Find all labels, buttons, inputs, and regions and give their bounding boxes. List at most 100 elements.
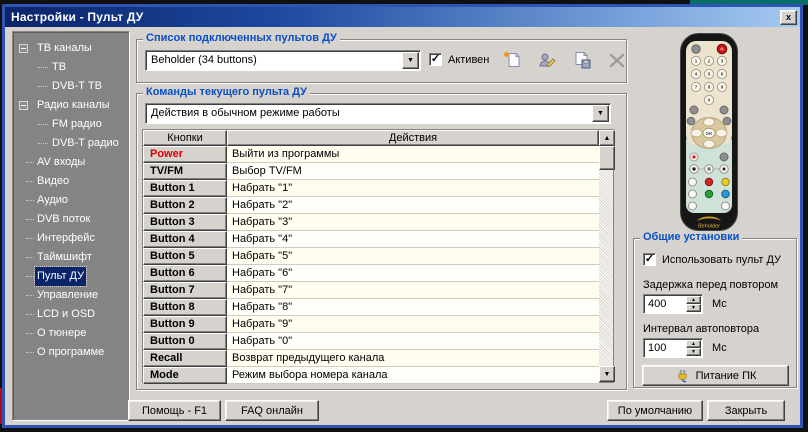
remote-select[interactable]: Beholder (34 buttons)	[145, 50, 421, 71]
pc-power-button[interactable]: Питание ПК	[642, 365, 789, 386]
chevron-down-icon[interactable]	[402, 52, 419, 69]
sidebar-item-7[interactable]: Видео	[13, 172, 129, 191]
button-name-cell[interactable]: Button 0	[143, 333, 227, 350]
use-remote-checkbox[interactable]	[643, 253, 656, 266]
action-cell[interactable]: Набрать "8"	[227, 299, 599, 316]
repeat-value[interactable]: 100	[644, 339, 685, 357]
table-row[interactable]: Button 0Набрать "0"	[143, 333, 599, 350]
sidebar-item-2[interactable]: DVB-T ТВ	[13, 77, 129, 96]
sidebar-item-label: Пульт ДУ	[35, 267, 86, 286]
button-name-cell[interactable]: Button 8	[143, 299, 227, 316]
scrollbar-thumb[interactable]	[599, 146, 615, 170]
close-button[interactable]: Закрыть	[707, 400, 785, 421]
sidebar-item-4[interactable]: FM радио	[13, 115, 129, 134]
button-name-cell[interactable]: Button 6	[143, 265, 227, 282]
edit-remote-icon[interactable]	[536, 49, 558, 71]
button-name-cell[interactable]: Button 9	[143, 316, 227, 333]
command-mode-select[interactable]: Действия в обычном режиме работы	[145, 103, 611, 124]
defaults-button[interactable]: По умолчанию	[607, 400, 703, 421]
spin-up-icon[interactable]	[686, 296, 701, 304]
active-checkbox[interactable]	[429, 53, 442, 66]
button-name-cell[interactable]: Button 5	[143, 248, 227, 265]
titlebar[interactable]: Настройки - Пульт ДУ	[5, 7, 800, 27]
action-cell[interactable]: Набрать "7"	[227, 282, 599, 299]
help-button[interactable]: Помощь - F1	[128, 400, 221, 421]
action-cell[interactable]: Выйти из программы	[227, 146, 599, 163]
sidebar-item-3[interactable]: Радио каналы	[13, 96, 129, 115]
spin-up-icon[interactable]	[686, 340, 701, 348]
sidebar-item-16[interactable]: О программе	[13, 343, 129, 362]
table-row[interactable]: PowerВыйти из программы	[143, 146, 599, 163]
delay-value[interactable]: 400	[644, 295, 685, 313]
table-row[interactable]: Button 3Набрать "3"	[143, 214, 599, 231]
table-row[interactable]: Button 9Набрать "9"	[143, 316, 599, 333]
delete-remote-icon[interactable]	[606, 49, 628, 71]
chevron-down-icon[interactable]	[592, 105, 609, 122]
button-name-cell[interactable]: Recall	[143, 350, 227, 367]
use-remote-row[interactable]: Использовать пульт ДУ	[643, 253, 781, 266]
table-row[interactable]: Button 4Набрать "4"	[143, 231, 599, 248]
sidebar-item-8[interactable]: Аудио	[13, 191, 129, 210]
sidebar-item-9[interactable]: DVB поток	[13, 210, 129, 229]
sidebar-item-14[interactable]: LCD и OSD	[13, 305, 129, 324]
table-row[interactable]: Button 6Набрать "6"	[143, 265, 599, 282]
button-name-cell[interactable]: TV/FM	[143, 163, 227, 180]
scroll-down-icon[interactable]	[599, 366, 615, 382]
table-row[interactable]: RecallВозврат предыдущего канала	[143, 350, 599, 367]
actions-column-header[interactable]: Действия	[227, 130, 599, 146]
svg-text:3: 3	[721, 59, 724, 64]
repeat-spinner[interactable]: 100	[643, 338, 703, 358]
action-cell[interactable]: Режим выбора номера канала	[227, 367, 599, 384]
table-row[interactable]: TV/FMВыбор TV/FM	[143, 163, 599, 180]
action-cell[interactable]: Набрать "9"	[227, 316, 599, 333]
action-cell[interactable]: Выбор TV/FM	[227, 163, 599, 180]
button-name-cell[interactable]: Button 4	[143, 231, 227, 248]
sidebar-item-13[interactable]: Управление	[13, 286, 129, 305]
action-cell[interactable]: Возврат предыдущего канала	[227, 350, 599, 367]
new-remote-icon[interactable]	[501, 49, 523, 71]
close-window-button[interactable]: x	[780, 10, 797, 25]
buttons-column-header[interactable]: Кнопки	[143, 130, 227, 146]
faq-button[interactable]: FAQ онлайн	[225, 400, 319, 421]
button-name-cell[interactable]: Button 1	[143, 180, 227, 197]
delay-label: Задержка перед повтором	[643, 279, 778, 291]
spin-down-icon[interactable]	[686, 348, 701, 356]
table-row[interactable]: Button 5Набрать "5"	[143, 248, 599, 265]
table-row[interactable]: Button 8Набрать "8"	[143, 299, 599, 316]
sidebar-item-5[interactable]: DVB-T радио	[13, 134, 129, 153]
delay-spinner[interactable]: 400	[643, 294, 703, 314]
sidebar-item-10[interactable]: Интерфейс	[13, 229, 129, 248]
tree-collapse-icon[interactable]	[19, 101, 28, 110]
sidebar-item-15[interactable]: О тюнере	[13, 324, 129, 343]
button-name-cell[interactable]: Power	[143, 146, 227, 163]
action-cell[interactable]: Набрать "6"	[227, 265, 599, 282]
button-name-cell[interactable]: Button 3	[143, 214, 227, 231]
tree-collapse-icon[interactable]	[19, 44, 28, 53]
save-remote-icon[interactable]	[571, 49, 593, 71]
scroll-up-icon[interactable]	[599, 130, 615, 146]
active-checkbox-row[interactable]: Активен	[429, 53, 489, 66]
table-row[interactable]: Button 7Набрать "7"	[143, 282, 599, 299]
action-cell[interactable]: Набрать "4"	[227, 231, 599, 248]
table-row[interactable]: ModeРежим выбора номера канала	[143, 367, 599, 384]
sidebar-item-6[interactable]: AV входы	[13, 153, 129, 172]
button-name-cell[interactable]: Button 7	[143, 282, 227, 299]
button-name-cell[interactable]: Mode	[143, 367, 227, 384]
sidebar-item-11[interactable]: Таймшифт	[13, 248, 129, 267]
spin-down-icon[interactable]	[686, 304, 701, 312]
action-cell[interactable]: Набрать "0"	[227, 333, 599, 350]
sidebar-item-label: ТВ	[50, 58, 68, 77]
sidebar-item-12[interactable]: Пульт ДУ	[13, 267, 129, 286]
general-group-title: Общие установки	[640, 231, 742, 243]
table-scrollbar[interactable]	[599, 130, 613, 382]
action-cell[interactable]: Набрать "1"	[227, 180, 599, 197]
action-cell[interactable]: Набрать "2"	[227, 197, 599, 214]
table-row[interactable]: Button 1Набрать "1"	[143, 180, 599, 197]
sidebar-item-0[interactable]: ТВ каналы	[13, 39, 129, 58]
defaults-button-label: По умолчанию	[618, 405, 692, 417]
table-row[interactable]: Button 2Набрать "2"	[143, 197, 599, 214]
action-cell[interactable]: Набрать "3"	[227, 214, 599, 231]
action-cell[interactable]: Набрать "5"	[227, 248, 599, 265]
button-name-cell[interactable]: Button 2	[143, 197, 227, 214]
sidebar-item-1[interactable]: ТВ	[13, 58, 129, 77]
